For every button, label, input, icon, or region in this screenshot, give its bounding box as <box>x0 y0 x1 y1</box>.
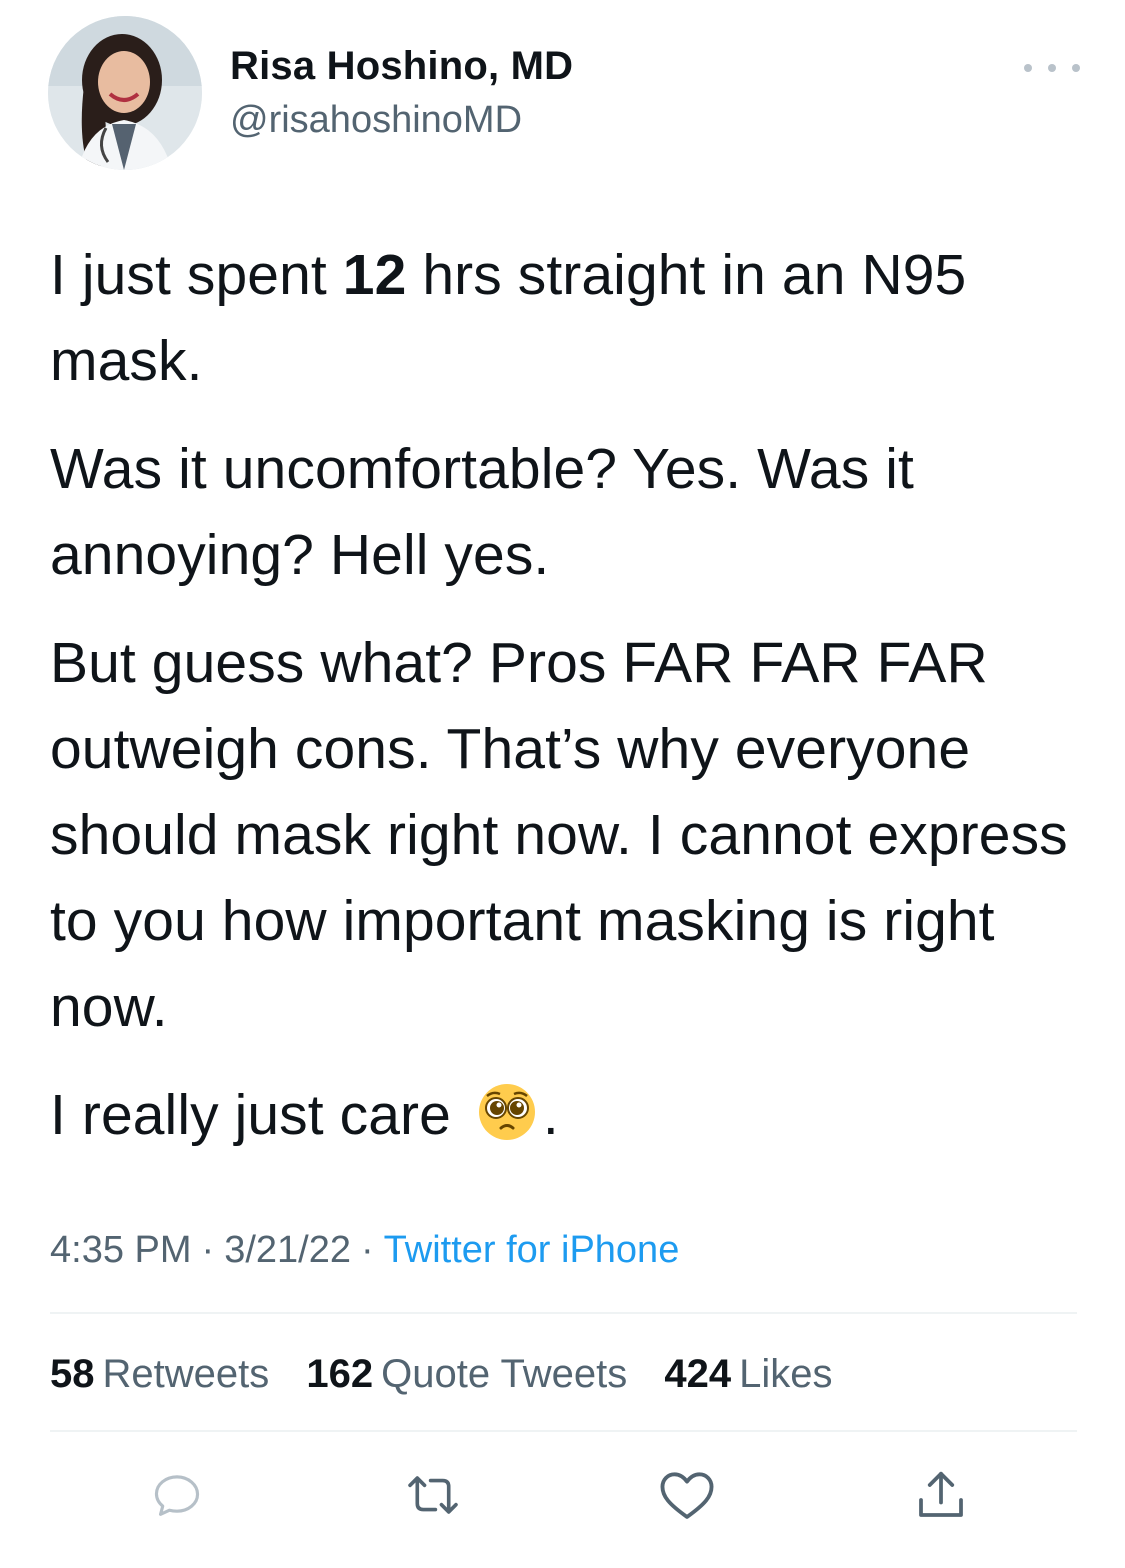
retweets-count: 58 <box>50 1352 95 1396</box>
tweet-paragraph-2: Was it uncomfortable? Yes. Was it annoyi… <box>50 437 914 587</box>
heart-icon <box>660 1472 714 1519</box>
reply-icon <box>154 1475 200 1516</box>
retweet-button[interactable] <box>398 1460 468 1530</box>
retweet-icon <box>408 1476 458 1514</box>
more-icon <box>1024 64 1032 72</box>
quote-tweets-count: 162 <box>306 1352 374 1396</box>
tweet-text-bold: 12 <box>342 243 407 307</box>
likes-label: Likes <box>739 1352 833 1396</box>
retweets-stat[interactable]: 58 Retweets <box>50 1346 269 1402</box>
pleading-face-emoji <box>478 1084 535 1140</box>
engagement-stats: 58 Retweets 162 Quote Tweets 424 Likes <box>50 1346 858 1402</box>
like-button[interactable] <box>652 1460 722 1530</box>
divider <box>50 1430 1077 1432</box>
tweet-paragraph-4: I really just care . <box>50 1072 1090 1158</box>
tweet-paragraph-1: I just spent 12 hrs straight in an N95 m… <box>50 232 1090 404</box>
tweet-paragraph-3: But guess what? Pros FAR FAR FAR outweig… <box>50 631 1068 1039</box>
tweet-date[interactable]: 3/21/22 <box>224 1229 351 1271</box>
reply-button[interactable] <box>142 1460 212 1530</box>
more-icon-dot <box>1048 64 1056 72</box>
avatar-image <box>48 16 202 170</box>
more-icon-dot <box>1072 64 1080 72</box>
quote-tweets-stat[interactable]: 162 Quote Tweets <box>306 1346 627 1402</box>
tweet-detail-view: Risa Hoshino, MD @risahoshinoMD I just s… <box>0 0 1125 1568</box>
tweet-meta: 4:35 PM · 3/21/22 · Twitter for iPhone <box>50 1222 679 1278</box>
avatar[interactable] <box>48 16 202 170</box>
quote-tweets-label: Quote Tweets <box>381 1352 628 1396</box>
tweet-actions-bar <box>0 1460 1125 1530</box>
likes-stat[interactable]: 424 Likes <box>664 1346 832 1402</box>
author-display-name[interactable]: Risa Hoshino, MD <box>230 42 573 90</box>
author-block[interactable]: Risa Hoshino, MD @risahoshinoMD <box>230 42 573 144</box>
share-button[interactable] <box>906 1460 976 1530</box>
tweet-text-span: I just spent <box>50 243 343 307</box>
author-handle[interactable]: @risahoshinoMD <box>230 96 573 144</box>
meta-separator: · <box>360 1229 374 1271</box>
tweet-text-span: I really just care <box>50 1083 467 1147</box>
retweets-label: Retweets <box>102 1352 270 1396</box>
tweet-text-span: . <box>542 1083 559 1147</box>
more-options-button[interactable] <box>1024 52 1080 84</box>
share-icon <box>919 1471 963 1517</box>
tweet-source-link[interactable]: Twitter for iPhone <box>384 1229 680 1271</box>
meta-separator: · <box>201 1229 215 1271</box>
tweet-time[interactable]: 4:35 PM <box>50 1229 192 1271</box>
likes-count: 424 <box>664 1352 732 1396</box>
divider <box>50 1312 1077 1314</box>
tweet-text: I just spent 12 hrs straight in an N95 m… <box>50 232 1090 1180</box>
